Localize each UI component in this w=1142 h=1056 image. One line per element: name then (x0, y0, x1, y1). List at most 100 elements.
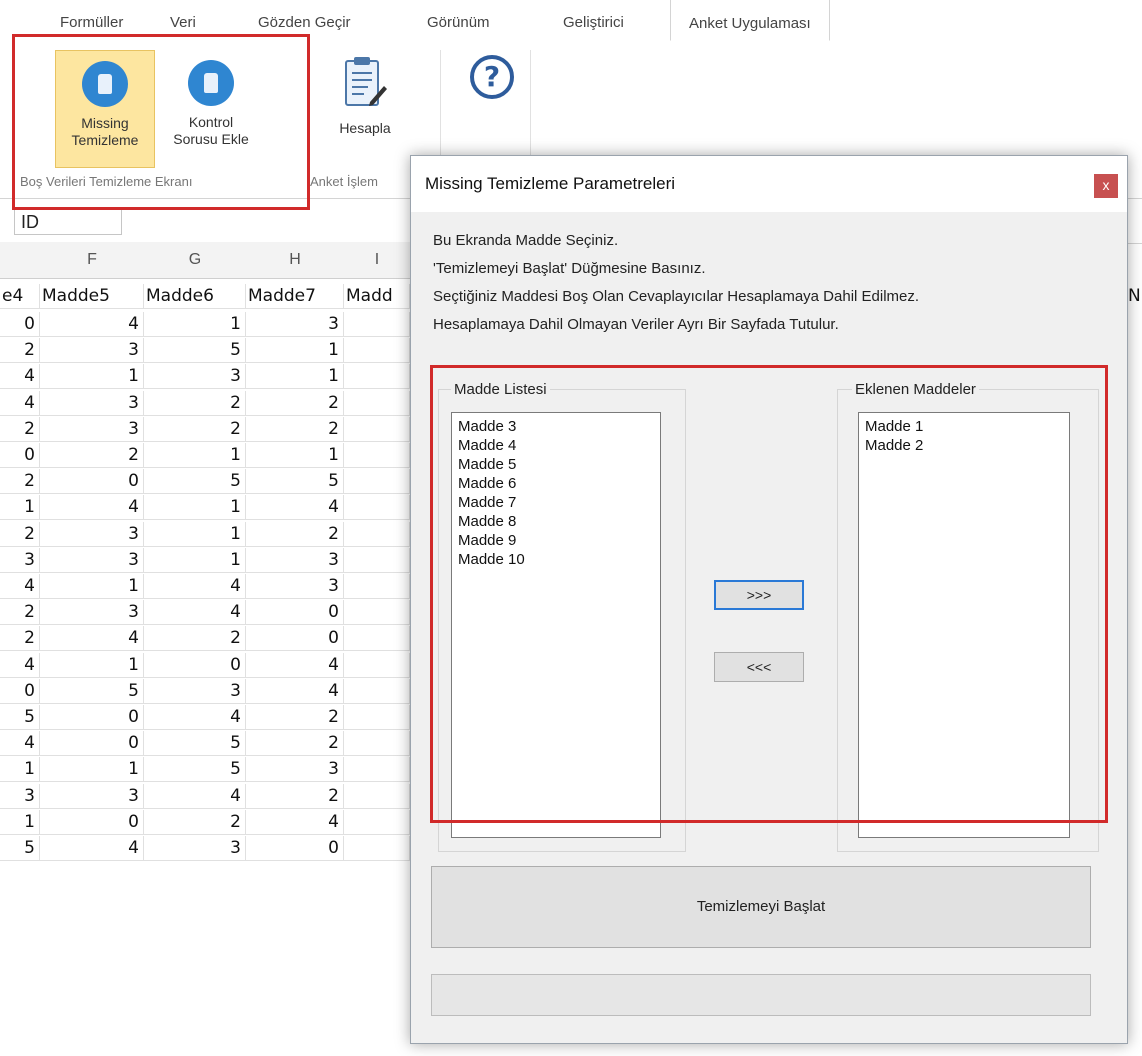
table-cell[interactable]: 2 (0, 469, 40, 495)
table-cell[interactable]: 2 (144, 416, 246, 442)
table-cell[interactable] (344, 783, 410, 809)
table-cell[interactable]: 4 (40, 836, 144, 861)
header-cell[interactable]: Madde6 (144, 284, 246, 309)
header-cell[interactable]: Madde7 (246, 284, 344, 309)
table-cell[interactable]: 3 (246, 312, 344, 337)
table-cell[interactable]: 3 (40, 600, 144, 626)
name-box[interactable]: ID (14, 209, 122, 235)
list-item[interactable]: Madde 1 (865, 417, 1063, 436)
eklenen-maddeler-listbox[interactable]: Madde 1 Madde 2 (858, 412, 1070, 838)
table-cell[interactable]: 4 (40, 626, 144, 652)
table-cell[interactable]: 4 (144, 705, 246, 730)
column-header-h[interactable]: H (246, 242, 345, 279)
header-cell[interactable]: N (1126, 284, 1142, 309)
table-cell[interactable]: 1 (0, 757, 40, 783)
tab-gorunum[interactable]: Görünüm (427, 14, 490, 31)
table-cell[interactable] (344, 809, 410, 835)
list-item[interactable]: Madde 6 (458, 474, 654, 493)
table-cell[interactable]: 1 (40, 574, 144, 599)
help-button[interactable]: ? (462, 54, 522, 104)
header-cell[interactable]: Madde5 (40, 284, 144, 309)
table-cell[interactable]: 0 (0, 678, 40, 704)
table-cell[interactable]: 3 (0, 547, 40, 573)
table-cell[interactable]: 2 (144, 626, 246, 652)
list-item[interactable]: Madde 5 (458, 455, 654, 474)
table-cell[interactable]: 3 (40, 390, 144, 416)
table-cell[interactable]: 3 (40, 338, 144, 364)
missing-temizleme-button[interactable]: Missing Temizleme (55, 50, 155, 168)
table-cell[interactable] (344, 312, 410, 337)
tab-gelistirici[interactable]: Geliştirici (563, 14, 624, 31)
list-item[interactable]: Madde 9 (458, 531, 654, 550)
table-cell[interactable]: 2 (246, 705, 344, 730)
table-cell[interactable]: 3 (40, 521, 144, 547)
list-item[interactable]: Madde 2 (865, 436, 1063, 455)
table-cell[interactable]: 2 (144, 809, 246, 835)
table-cell[interactable]: 3 (144, 364, 246, 390)
table-cell[interactable]: 0 (0, 312, 40, 337)
table-cell[interactable]: 5 (144, 338, 246, 364)
table-cell[interactable]: 4 (0, 652, 40, 678)
table-cell[interactable]: 1 (144, 312, 246, 337)
table-cell[interactable]: 4 (0, 390, 40, 416)
table-cell[interactable]: 2 (246, 390, 344, 416)
table-cell[interactable]: 5 (0, 836, 40, 861)
table-cell[interactable]: 4 (246, 678, 344, 704)
table-cell[interactable]: 1 (144, 547, 246, 573)
table-cell[interactable]: 3 (0, 783, 40, 809)
table-cell[interactable] (344, 521, 410, 547)
table-cell[interactable] (344, 416, 410, 442)
table-cell[interactable]: 4 (0, 731, 40, 757)
table-cell[interactable]: 5 (246, 469, 344, 495)
table-cell[interactable]: 3 (40, 547, 144, 573)
table-cell[interactable]: 4 (246, 495, 344, 521)
table-cell[interactable]: 2 (246, 783, 344, 809)
table-cell[interactable]: 0 (0, 443, 40, 468)
table-cell[interactable]: 0 (40, 469, 144, 495)
table-cell[interactable] (344, 731, 410, 757)
table-cell[interactable]: 4 (40, 312, 144, 337)
table-cell[interactable]: 0 (246, 836, 344, 861)
table-cell[interactable]: 4 (246, 809, 344, 835)
tab-veri[interactable]: Veri (170, 14, 196, 31)
table-cell[interactable] (344, 626, 410, 652)
table-cell[interactable] (344, 390, 410, 416)
column-header-g[interactable]: G (144, 242, 247, 279)
table-cell[interactable]: 3 (144, 678, 246, 704)
table-cell[interactable]: 2 (0, 626, 40, 652)
table-cell[interactable]: 3 (246, 547, 344, 573)
table-cell[interactable]: 4 (40, 495, 144, 521)
column-header-f[interactable]: F (40, 242, 145, 279)
list-item[interactable]: Madde 7 (458, 493, 654, 512)
table-cell[interactable]: 1 (40, 757, 144, 783)
table-cell[interactable]: 0 (144, 652, 246, 678)
table-cell[interactable] (344, 469, 410, 495)
table-cell[interactable]: 5 (40, 678, 144, 704)
tab-gozden-gecir[interactable]: Gözden Geçir (258, 14, 351, 31)
hesapla-button[interactable]: Hesapla (325, 50, 405, 168)
list-item[interactable]: Madde 10 (458, 550, 654, 569)
table-cell[interactable]: 1 (144, 495, 246, 521)
table-cell[interactable] (344, 364, 410, 390)
table-cell[interactable] (344, 547, 410, 573)
table-cell[interactable]: 2 (246, 731, 344, 757)
kontrol-sorusu-ekle-button[interactable]: Kontrol Sorusu Ekle (157, 50, 265, 168)
table-cell[interactable] (344, 652, 410, 678)
table-cell[interactable]: 3 (40, 783, 144, 809)
table-cell[interactable]: 5 (0, 705, 40, 730)
tab-anket-uygulamasi[interactable]: Anket Uygulaması (670, 0, 830, 41)
table-cell[interactable] (344, 495, 410, 521)
table-cell[interactable]: 4 (144, 783, 246, 809)
table-cell[interactable]: 4 (144, 574, 246, 599)
table-cell[interactable]: 2 (144, 390, 246, 416)
remove-item-button[interactable]: <<< (714, 652, 804, 682)
table-cell[interactable]: 0 (40, 731, 144, 757)
table-cell[interactable] (344, 600, 410, 626)
table-cell[interactable]: 4 (0, 574, 40, 599)
table-cell[interactable]: 1 (246, 338, 344, 364)
table-cell[interactable]: 5 (144, 469, 246, 495)
list-item[interactable]: Madde 4 (458, 436, 654, 455)
table-cell[interactable]: 1 (246, 364, 344, 390)
list-item[interactable]: Madde 8 (458, 512, 654, 531)
table-cell[interactable]: 1 (40, 364, 144, 390)
